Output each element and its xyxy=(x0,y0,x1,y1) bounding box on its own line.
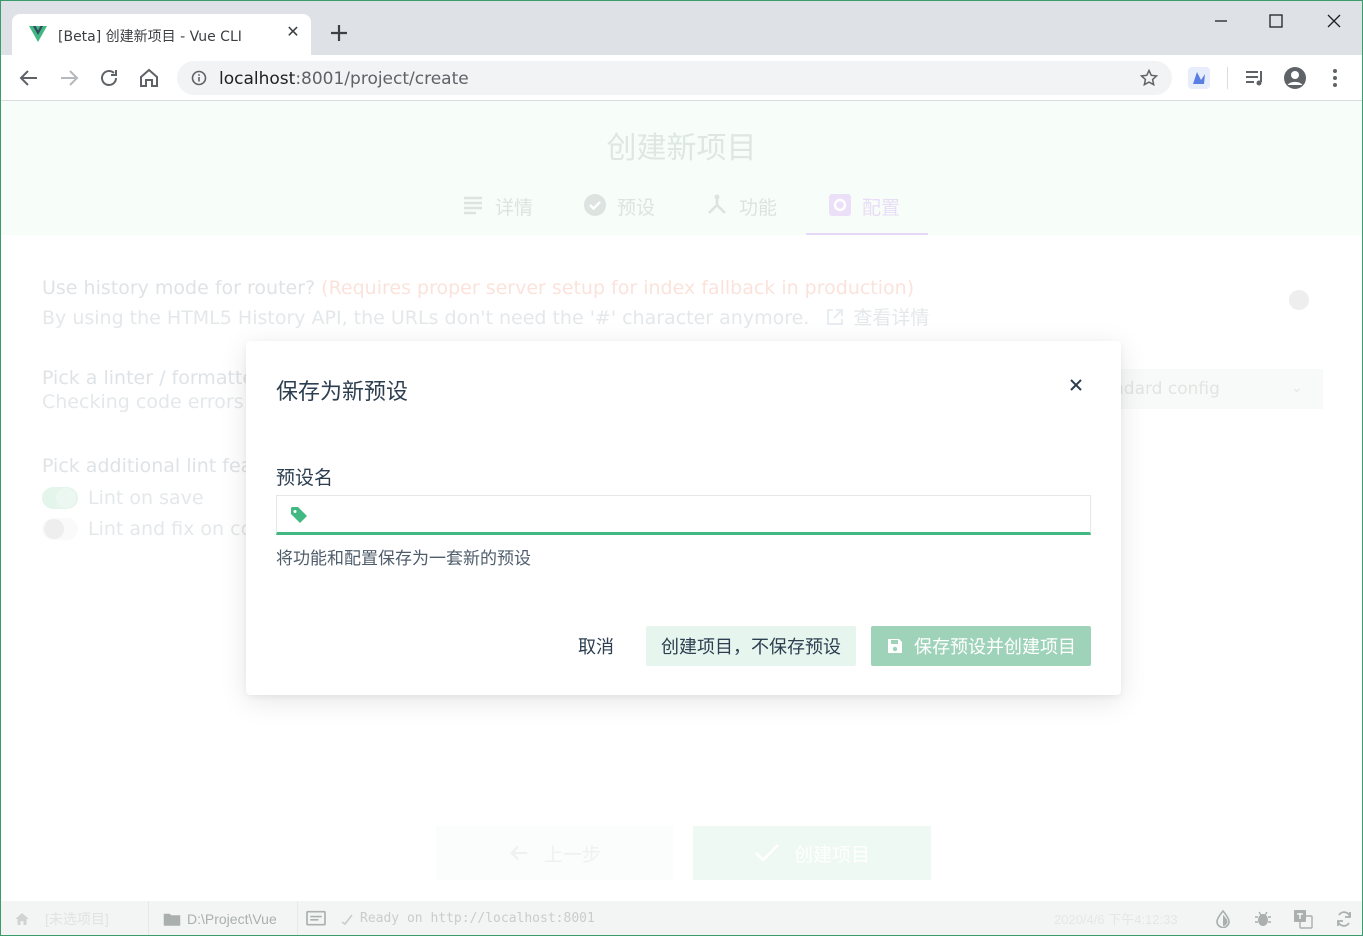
tab-features-label: 功能 xyxy=(739,197,778,219)
save-preset-dialog: 保存为新预设 预设名 将功能和配置保存为一套新的预设 取消 创建项目，不保存预设… xyxy=(246,341,1121,695)
url-path: :8001/project/create xyxy=(295,69,469,89)
linter-option-title: Pick a linter / formatter xyxy=(42,367,262,389)
lint-on-save-toggle[interactable] xyxy=(42,487,78,509)
menu-kebab-icon[interactable] xyxy=(1323,66,1347,90)
arrow-left-icon xyxy=(510,845,528,861)
toolbar-divider xyxy=(1227,67,1228,89)
tab-details-label: 详情 xyxy=(495,197,534,219)
clock: 2020/4/6 下午4:12:33 xyxy=(1054,901,1178,935)
tab-presets-label: 预设 xyxy=(617,197,656,219)
previous-step-label: 上一步 xyxy=(543,843,601,866)
toggle-knob xyxy=(56,488,76,508)
tab-features[interactable]: 功能 xyxy=(705,193,777,235)
status-bar: [未选项目] D:\Project\Vue Ready on http://lo… xyxy=(1,901,1362,935)
console-log-button[interactable]: Ready on http://localhost:8001 xyxy=(306,901,595,935)
linter-option-desc: Checking code errors a xyxy=(42,391,262,413)
create-without-preset-button[interactable]: 创建项目，不保存预设 xyxy=(646,626,856,666)
minimize-icon[interactable] xyxy=(1206,9,1236,33)
status-log-text: Ready on http://localhost:8001 xyxy=(360,911,595,926)
previous-step-button[interactable]: 上一步 xyxy=(436,826,673,880)
url-host: localhost xyxy=(219,69,296,89)
preset-name-label: 预设名 xyxy=(276,467,334,489)
bookmark-star-icon[interactable] xyxy=(1139,68,1159,88)
window-close-icon[interactable] xyxy=(1319,9,1349,33)
toggle-knob xyxy=(1289,290,1309,310)
dialog-title: 保存为新预设 xyxy=(276,380,409,405)
folder-path-button[interactable]: D:\Project\Vue xyxy=(163,901,277,935)
step-tabs: 详情 预设 功能 配置 xyxy=(1,193,1362,235)
preset-name-hint: 将功能和配置保存为一套新的预设 xyxy=(276,549,531,569)
tag-icon xyxy=(291,507,307,523)
folder-path-text: D:\Project\Vue xyxy=(187,910,277,927)
tab-config-label: 配置 xyxy=(862,197,901,219)
folder-icon xyxy=(163,913,181,926)
media-queue-icon[interactable] xyxy=(1243,66,1267,90)
reload-icon[interactable] xyxy=(97,66,121,90)
extension-icon[interactable] xyxy=(1187,66,1211,90)
chevron-down-icon: ⌄ xyxy=(1291,379,1303,395)
cancel-button[interactable]: 取消 xyxy=(566,626,626,666)
home-icon[interactable] xyxy=(137,66,161,90)
router-title-text: Use history mode for router? xyxy=(42,277,316,299)
bug-report-icon[interactable] xyxy=(1254,910,1272,928)
linter-select-value: ndard config xyxy=(1113,379,1220,399)
browser-tab[interactable]: [Beta] 创建新项目 - Vue CLI ✕ xyxy=(12,14,311,55)
check-circle-icon xyxy=(584,194,606,216)
vue-logo-icon xyxy=(29,26,47,42)
forward-icon[interactable] xyxy=(57,66,81,90)
address-bar[interactable]: localhost:8001/project/create xyxy=(177,61,1172,95)
create-project-button[interactable]: 创建项目 xyxy=(693,826,931,880)
page-header: 创建新项目 详情 预设 功能 配置 xyxy=(1,101,1362,235)
lint-features-title: Pick additional lint feat xyxy=(42,455,260,477)
profile-avatar-icon[interactable] xyxy=(1283,66,1307,90)
fork-icon xyxy=(708,194,726,214)
check-small-icon xyxy=(341,914,353,925)
lint-on-save-label: Lint on save xyxy=(88,487,204,509)
save-preset-and-create-button[interactable]: 保存预设并创建项目 xyxy=(871,626,1091,666)
save-preset-and-create-label: 保存预设并创建项目 xyxy=(914,637,1076,658)
translate-icon[interactable] xyxy=(1293,909,1313,929)
datetime-text: 2020/4/6 下午4:12:33 xyxy=(1054,912,1178,927)
preset-name-input[interactable] xyxy=(319,496,1079,533)
status-divider xyxy=(148,901,149,935)
tab-details[interactable]: 详情 xyxy=(461,193,533,235)
browser-toolbar: localhost:8001/project/create xyxy=(1,55,1362,101)
new-tab-icon[interactable] xyxy=(327,21,351,45)
router-more-link[interactable]: 查看详情 xyxy=(853,307,929,329)
preset-name-field[interactable] xyxy=(276,495,1091,535)
status-divider xyxy=(297,901,298,935)
toggle-knob xyxy=(44,519,64,539)
dialog-close-icon[interactable] xyxy=(1066,375,1086,395)
tab-presets[interactable]: 预设 xyxy=(583,193,655,235)
settings-app-icon xyxy=(829,194,851,216)
list-icon xyxy=(464,196,482,215)
tab-close-icon[interactable]: ✕ xyxy=(284,24,302,42)
lint-fix-commit-label: Lint and fix on co xyxy=(88,518,253,540)
project-home-button[interactable]: [未选项目] xyxy=(13,901,109,935)
tab-strip: [Beta] 创建新项目 - Vue CLI ✕ xyxy=(1,1,1362,55)
current-project-label: [未选项目] xyxy=(45,910,109,927)
router-history-toggle[interactable] xyxy=(1287,289,1323,311)
page-title: 创建新项目 xyxy=(606,131,757,166)
check-icon xyxy=(755,844,779,862)
home-icon xyxy=(15,912,29,925)
router-warning-text: (Requires proper server setup for index … xyxy=(321,277,915,299)
refresh-icon[interactable] xyxy=(1334,909,1354,929)
url-text[interactable]: localhost:8001/project/create xyxy=(219,69,469,89)
dark-mode-icon[interactable] xyxy=(1215,910,1231,928)
router-desc-text: By using the HTML5 History API, the URLs… xyxy=(42,307,810,329)
maximize-icon[interactable] xyxy=(1261,9,1291,33)
back-icon[interactable] xyxy=(17,66,41,90)
save-disk-icon xyxy=(888,639,902,653)
lint-fix-commit-toggle[interactable] xyxy=(42,518,78,540)
tab-title: [Beta] 创建新项目 - Vue CLI xyxy=(58,29,242,45)
router-option-desc: By using the HTML5 History API, the URLs… xyxy=(42,303,929,330)
tab-config[interactable]: 配置 xyxy=(806,193,928,235)
create-project-label: 创建项目 xyxy=(793,843,870,866)
external-link-icon xyxy=(827,309,844,325)
router-option-title: Use history mode for router? (Requires p… xyxy=(42,277,914,299)
console-icon xyxy=(306,910,326,926)
info-icon[interactable] xyxy=(191,70,207,86)
browser-window: [Beta] 创建新项目 - Vue CLI ✕ localhost:8001/… xyxy=(0,0,1363,936)
